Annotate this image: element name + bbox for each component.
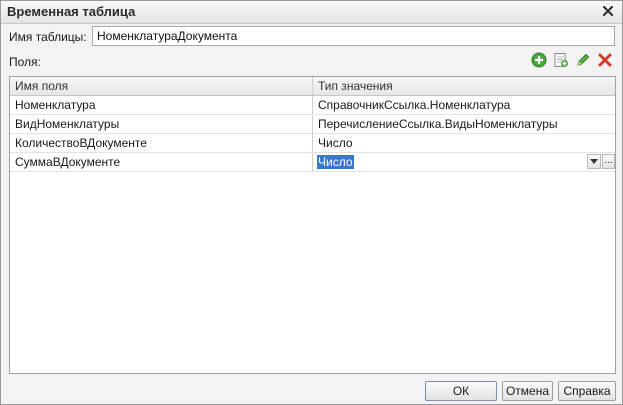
close-icon[interactable] xyxy=(600,3,616,19)
fields-toolbar xyxy=(530,51,614,69)
value-type-cell[interactable]: ПеречислениеСсылка.ВидыНоменклатуры xyxy=(313,115,615,133)
select-type-button[interactable]: ... xyxy=(602,154,615,169)
table-header: Имя поля Тип значения xyxy=(10,77,615,96)
cancel-button[interactable]: Отмена xyxy=(502,381,553,401)
column-header-value-type[interactable]: Тип значения xyxy=(313,77,615,95)
value-type-selected-text[interactable]: Число xyxy=(317,155,354,169)
ok-button[interactable]: ОК xyxy=(425,381,497,401)
value-type-cell[interactable]: СправочникСсылка.Номенклатура xyxy=(313,96,615,114)
add-icon[interactable] xyxy=(530,51,548,69)
table-row-active[interactable]: СуммаВДокументе Число ... xyxy=(10,153,615,172)
table-row[interactable]: КоличествоВДокументе Число xyxy=(10,134,615,153)
field-name-cell[interactable]: СуммаВДокументе xyxy=(10,153,313,171)
field-name-cell[interactable]: ВидНоменклатуры xyxy=(10,115,313,133)
value-type-editor[interactable]: Число ... xyxy=(313,153,615,171)
help-button[interactable]: Справка xyxy=(558,381,616,401)
title-bar: Временная таблица xyxy=(1,1,622,24)
table-row[interactable]: Номенклатура СправочникСсылка.Номенклату… xyxy=(10,96,615,115)
column-header-field-name[interactable]: Имя поля xyxy=(10,77,313,95)
delete-icon[interactable] xyxy=(596,51,614,69)
field-name-cell[interactable]: Номенклатура xyxy=(10,96,313,114)
dropdown-arrow-icon[interactable] xyxy=(587,154,601,169)
temp-table-dialog: Временная таблица Имя таблицы: Поля: Имя… xyxy=(0,0,623,405)
window-title: Временная таблица xyxy=(7,4,136,19)
edit-icon[interactable] xyxy=(574,51,592,69)
fields-table: Имя поля Тип значения Номенклатура Справ… xyxy=(9,76,616,374)
copy-icon[interactable] xyxy=(552,51,570,69)
value-type-cell[interactable]: Число xyxy=(313,134,615,152)
table-name-input[interactable] xyxy=(92,26,615,46)
fields-label: Поля: xyxy=(9,55,41,69)
table-row[interactable]: ВидНоменклатуры ПеречислениеСсылка.ВидыН… xyxy=(10,115,615,134)
table-name-label: Имя таблицы: xyxy=(9,30,87,44)
field-name-cell[interactable]: КоличествоВДокументе xyxy=(10,134,313,152)
